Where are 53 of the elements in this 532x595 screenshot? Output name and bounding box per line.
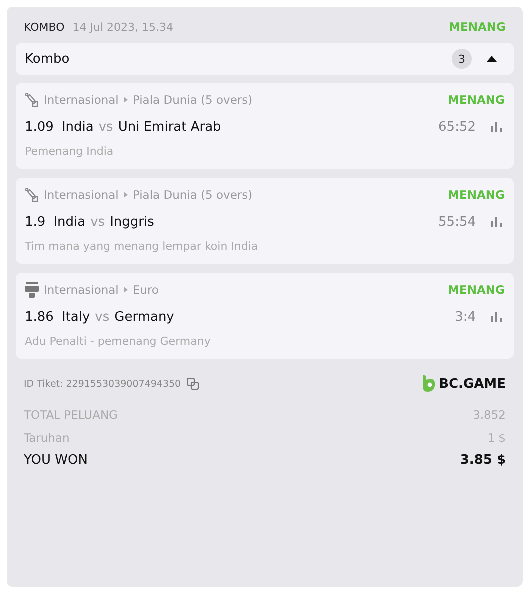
- total-label: Taruhan: [24, 430, 70, 444]
- league-breadcrumb: Internasional: [44, 282, 119, 296]
- total-value: 3.85 $: [460, 453, 506, 468]
- ticket-id: ID Tiket: 2291553039007494350: [24, 378, 182, 390]
- stats-icon[interactable]: [491, 312, 502, 322]
- team-name: Uni Emirat Arab: [118, 120, 222, 134]
- team-name: India: [62, 120, 94, 134]
- league-breadcrumb: Internasional: [44, 92, 119, 106]
- copy-icon[interactable]: [187, 378, 200, 390]
- bet-status: MENANG: [448, 282, 505, 296]
- caret-icon: [487, 56, 497, 62]
- team-name: Inggris: [110, 214, 154, 230]
- selection-count: 3: [452, 49, 472, 69]
- league-breadcrumb: Internasional: [44, 188, 119, 202]
- total-value: 1 $: [488, 430, 506, 444]
- cricket-icon: [25, 188, 39, 202]
- versus-label: vs: [98, 120, 114, 134]
- odds-value: 1.86: [25, 310, 54, 324]
- bet-type: KOMBO: [24, 20, 65, 34]
- versus-label: vs: [90, 214, 106, 230]
- team-name: India: [54, 214, 86, 230]
- chevron-icon: [124, 96, 128, 102]
- chevron-icon: [124, 192, 128, 198]
- stats-icon[interactable]: [491, 217, 502, 227]
- match-score: 3:4: [455, 310, 476, 324]
- combo-bar[interactable]: Kombo 3: [16, 43, 514, 75]
- odds-value: 1.09: [25, 120, 54, 134]
- versus-label: vs: [95, 310, 110, 324]
- bet-status: MENANG: [448, 92, 505, 106]
- league-logo-icon: [25, 282, 39, 298]
- match-score: 55:54: [438, 214, 476, 230]
- odds-value: 1.9: [25, 214, 46, 230]
- market-label: Adu Penalti - pemenang Germany: [25, 335, 212, 348]
- team-name: Italy: [62, 310, 90, 324]
- team-name: Germany: [114, 310, 174, 324]
- league-name: Piala Dunia (5 overs): [132, 92, 253, 106]
- total-label: TOTAL PELUANG: [24, 408, 118, 422]
- league-name: Euro: [132, 282, 159, 296]
- brand-name: BC.GAME: [439, 376, 506, 392]
- league-name: Piala Dunia (5 overs): [132, 188, 253, 202]
- brand-logo-icon: [422, 375, 436, 393]
- cricket-icon: [25, 92, 39, 106]
- chevron-icon: [124, 286, 128, 292]
- match-score: 65:52: [438, 120, 476, 134]
- total-label: YOU WON: [24, 453, 88, 468]
- market-label: Tim mana yang menang lempar koin India: [25, 240, 260, 253]
- stats-icon[interactable]: [491, 122, 502, 132]
- bet-status: MENANG: [448, 188, 505, 202]
- bet-status: MENANG: [449, 20, 506, 34]
- bet-date: 14 Jul 2023, 15.34: [72, 20, 174, 34]
- combo-title: Kombo: [25, 52, 70, 66]
- total-value: 3.852: [473, 408, 506, 422]
- market-label: Pemenang India: [25, 145, 115, 158]
